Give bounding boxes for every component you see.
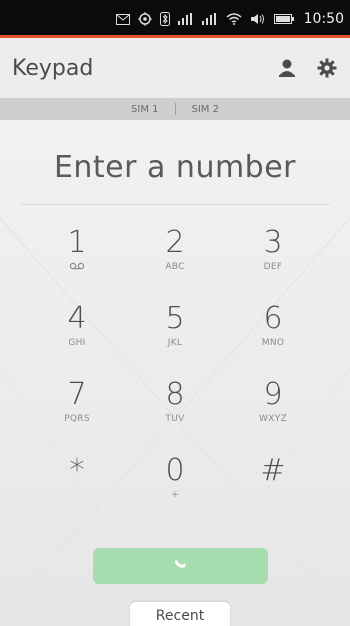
phone-icon bbox=[172, 555, 190, 577]
key-letters: + bbox=[171, 490, 179, 500]
bluetooth-icon bbox=[159, 12, 170, 26]
key-letters: JKL bbox=[167, 338, 183, 348]
key-2[interactable]: 2 ABC bbox=[126, 220, 224, 296]
wifi-icon bbox=[226, 13, 242, 25]
key-1[interactable]: 1 bbox=[28, 220, 126, 296]
key-digit: 3 bbox=[263, 225, 283, 260]
key-digit: 8 bbox=[165, 377, 185, 412]
recent-tab[interactable]: Recent bbox=[130, 602, 230, 626]
key-star[interactable]: * bbox=[28, 448, 126, 524]
key-digit: 7 bbox=[67, 377, 87, 412]
volume-icon bbox=[250, 13, 266, 25]
key-6[interactable]: 6 MNO bbox=[224, 296, 322, 372]
key-4[interactable]: 4 GHI bbox=[28, 296, 126, 372]
key-digit: # bbox=[260, 453, 286, 488]
contacts-icon[interactable] bbox=[276, 57, 298, 79]
key-letters: TUV bbox=[165, 414, 185, 424]
settings-icon[interactable] bbox=[316, 57, 338, 79]
key-0[interactable]: 0 + bbox=[126, 448, 224, 524]
status-bar: 10:50 bbox=[0, 0, 350, 38]
key-digit: 9 bbox=[263, 377, 283, 412]
key-7[interactable]: 7 PQRS bbox=[28, 372, 126, 448]
key-letters: WXYZ bbox=[259, 414, 287, 424]
key-5[interactable]: 5 JKL bbox=[126, 296, 224, 372]
sim-2-option[interactable]: SIM 2 bbox=[176, 104, 235, 115]
key-9[interactable]: 9 WXYZ bbox=[224, 372, 322, 448]
key-digit: 6 bbox=[263, 301, 283, 336]
page-title: Keypad bbox=[12, 55, 94, 81]
key-letters: PQRS bbox=[64, 414, 90, 424]
header-actions bbox=[276, 57, 338, 79]
signal-icon bbox=[201, 13, 218, 25]
number-input[interactable]: Enter a number bbox=[20, 130, 330, 205]
location-icon bbox=[137, 12, 152, 26]
phone-screen: 10:50 Keypad SIM 1 SIM 2 Enter a number … bbox=[0, 0, 350, 626]
voicemail-icon bbox=[69, 262, 85, 274]
key-3[interactable]: 3 DEF bbox=[224, 220, 322, 296]
sim-1-option[interactable]: SIM 1 bbox=[115, 104, 174, 115]
key-letters: MNO bbox=[261, 338, 285, 348]
app-header: Keypad bbox=[0, 38, 350, 98]
key-digit: * bbox=[69, 453, 85, 488]
signal-icon bbox=[177, 13, 194, 25]
clock-time: 10:50 bbox=[303, 11, 344, 27]
key-letters: DEF bbox=[263, 262, 283, 272]
key-digit: 0 bbox=[165, 453, 185, 488]
key-digit: 4 bbox=[67, 301, 87, 336]
key-digit: 1 bbox=[67, 225, 87, 260]
dial-keypad: 1 2 ABC 3 DEF 4 GHI 5 JKL 6 MNO 7 PQRS 8… bbox=[0, 214, 350, 518]
call-button[interactable] bbox=[93, 548, 268, 584]
key-letters: ABC bbox=[165, 262, 185, 272]
battery-icon bbox=[273, 13, 296, 25]
key-digit: 2 bbox=[165, 225, 185, 260]
mail-icon bbox=[115, 13, 130, 25]
key-8[interactable]: 8 TUV bbox=[126, 372, 224, 448]
sim-selector: SIM 1 SIM 2 bbox=[0, 98, 350, 120]
key-letters: GHI bbox=[68, 338, 86, 348]
key-digit: 5 bbox=[165, 301, 185, 336]
key-hash[interactable]: # bbox=[224, 448, 322, 524]
